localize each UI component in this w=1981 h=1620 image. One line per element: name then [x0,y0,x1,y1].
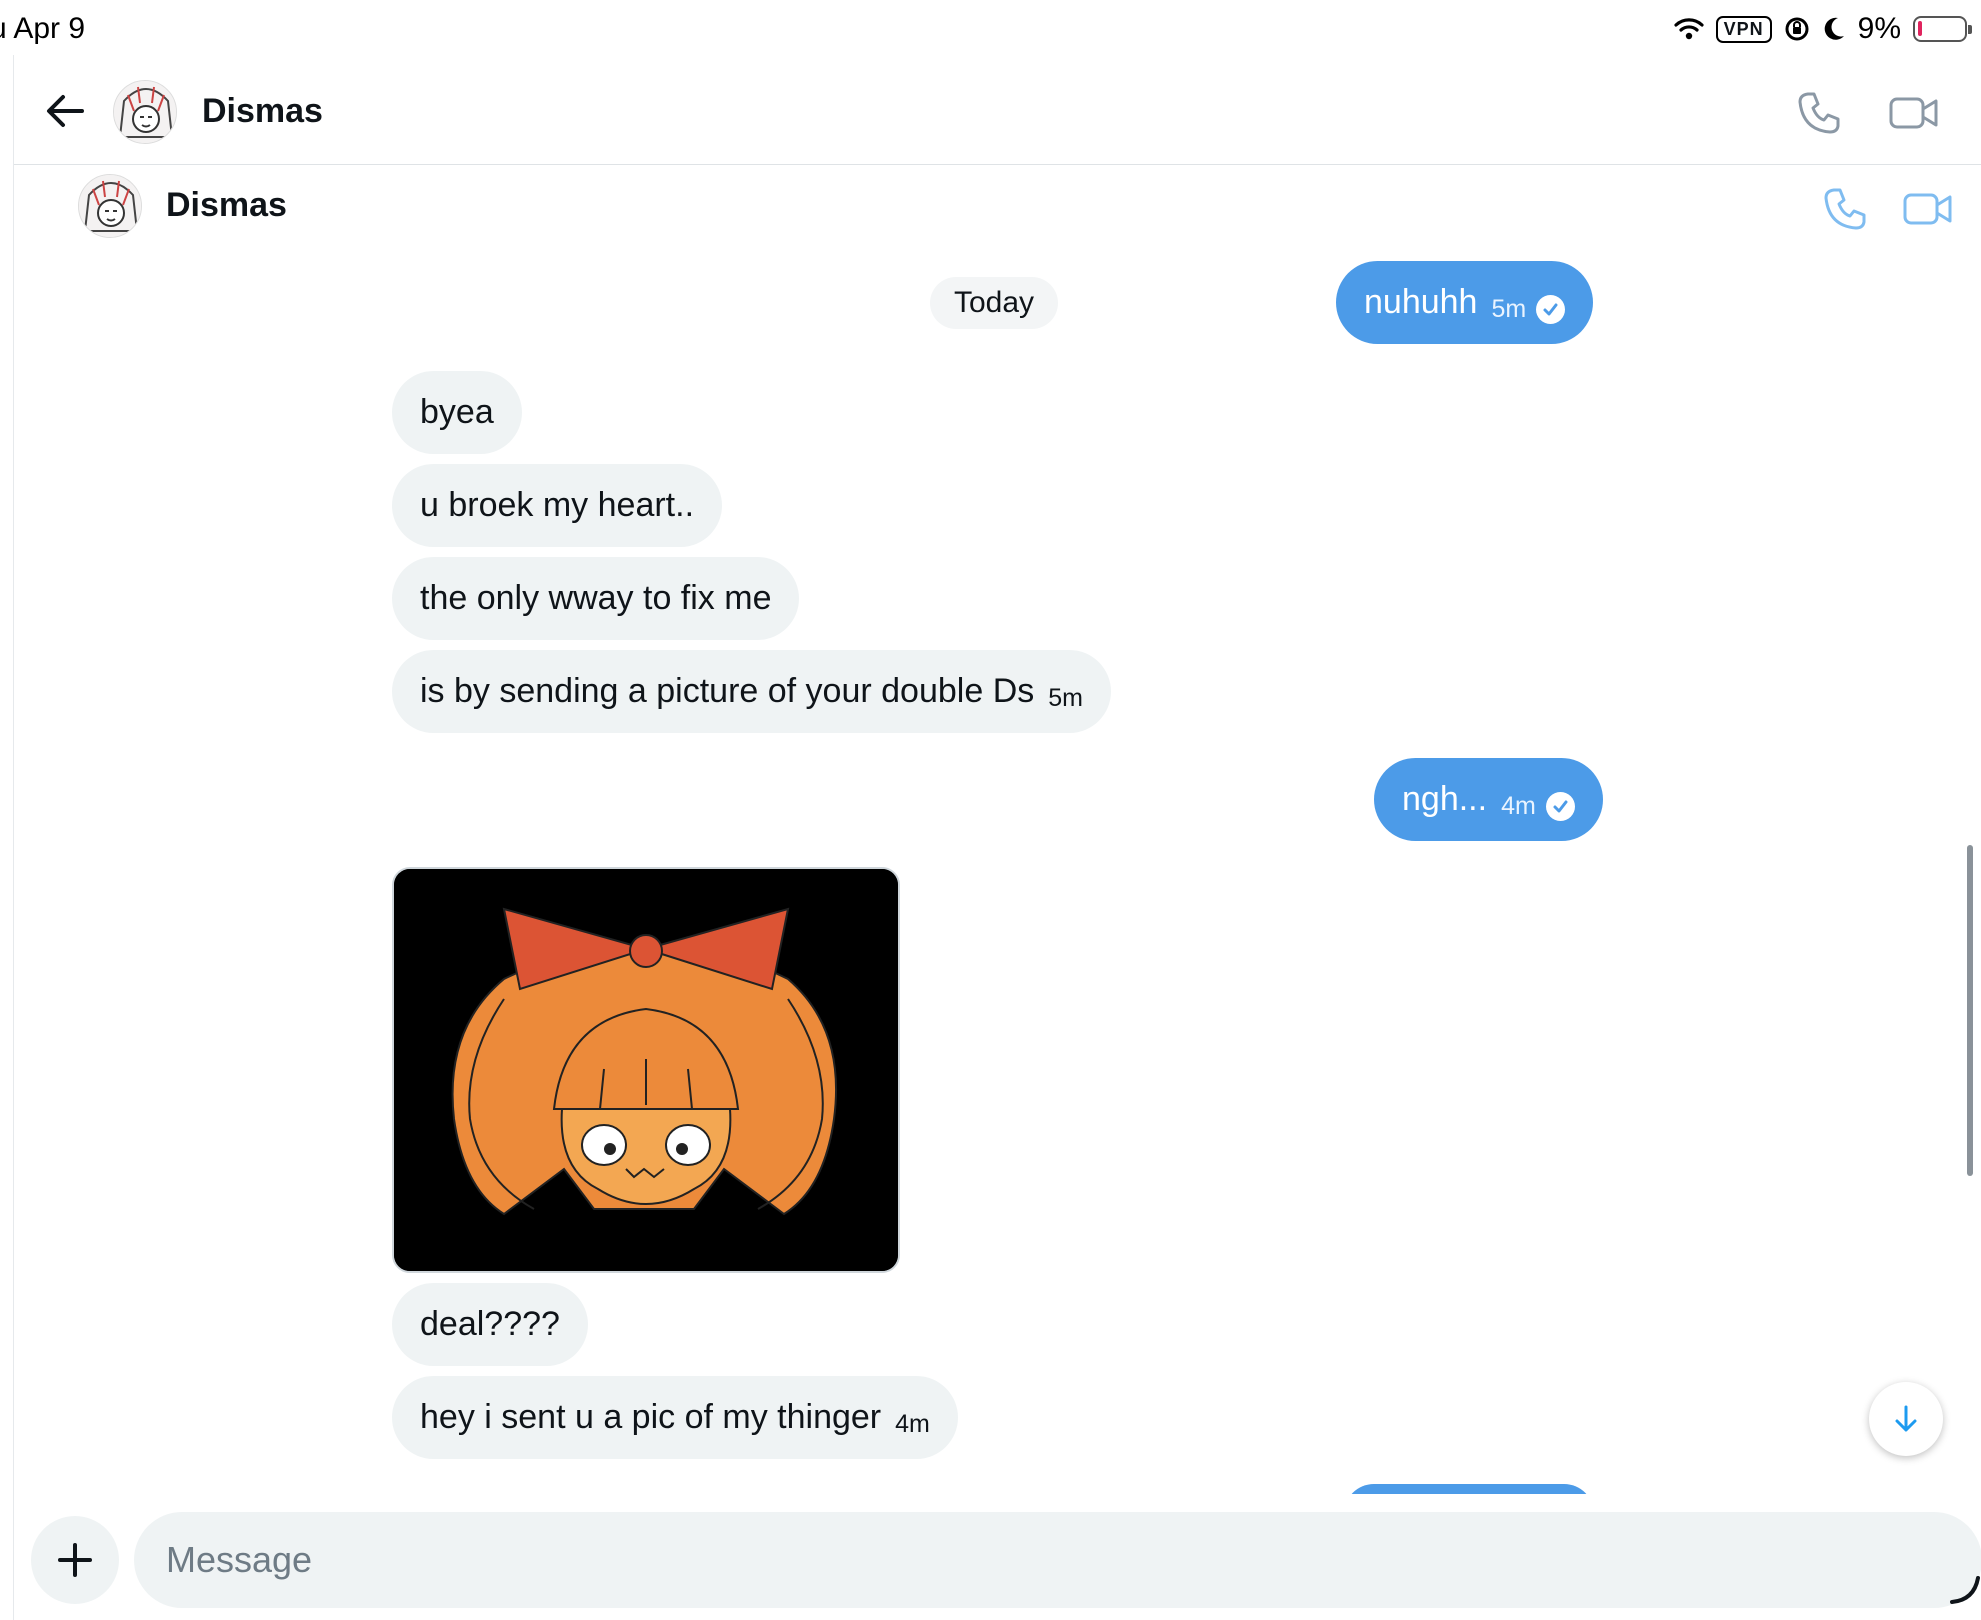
read-check-icon [1536,295,1566,324]
message-text: hey i sent u a pic of my thinger [420,1398,882,1436]
message-time: 4m [895,1410,930,1438]
battery-icon [1913,16,1972,42]
message-bubble-incoming[interactable]: hey i sent u a pic of my thinger 4m [392,1376,958,1459]
message-text: u broek my heart.. [420,486,695,524]
video-call-button[interactable] [1888,90,1940,136]
image-message[interactable] [392,867,900,1273]
message-bubble-incoming[interactable]: is by sending a picture of your double D… [392,650,1111,733]
video-icon [1889,97,1938,129]
message-time: 5m [1048,684,1083,712]
message-text: is by sending a picture of your double D… [420,672,1035,710]
scroll-to-bottom-button[interactable] [1869,1382,1943,1456]
message-bubble-incoming[interactable]: the only wway to fix me [392,557,800,640]
contact-avatar[interactable] [113,80,177,144]
scrollbar[interactable] [1967,845,1973,1176]
status-date: u Apr 9 [0,12,86,45]
wifi-icon [1674,17,1704,41]
message-text: ngh... [1402,780,1488,818]
message-text: byea [420,393,494,431]
video-icon [1903,193,1952,225]
sidebar-divider [13,55,14,1620]
date-separator: Today [930,277,1059,329]
back-button[interactable] [40,86,90,136]
conversation-video-button[interactable] [1902,186,1954,232]
contact-name[interactable]: Dismas [202,92,323,131]
conversation-contact-name[interactable]: Dismas [166,186,287,225]
message-text: deal???? [420,1305,560,1343]
cartoon-girl-image [394,869,898,1271]
phone-icon [1798,92,1840,134]
arrow-down-icon [1895,1405,1917,1432]
call-button[interactable] [1796,90,1842,136]
phone-icon [1824,188,1866,230]
message-bubble-outgoing[interactable]: ngh... 4m [1374,758,1603,841]
battery-percent: 9% [1857,12,1901,45]
battery-fill [1918,21,1922,36]
resize-handle-icon [1950,1576,1980,1604]
conversation-avatar[interactable] [78,174,142,238]
chat-clip-edge [14,1494,1981,1504]
vpn-badge: VPN [1715,15,1772,43]
message-time: 5m [1491,295,1527,323]
back-arrow-icon [47,95,84,127]
add-media-button[interactable] [31,1516,119,1604]
orientation-lock-icon [1784,16,1810,42]
chat-header: Dismas [14,58,1981,165]
message-text: the only wway to fix me [420,579,772,617]
moon-icon [1822,16,1846,42]
message-text: nuhuhh [1364,283,1478,321]
conversation-call-button[interactable] [1822,186,1868,232]
message-input[interactable] [134,1512,1981,1608]
read-check-icon [1545,792,1575,821]
message-composer [14,1504,1981,1620]
message-bubble-incoming[interactable]: u broek my heart.. [392,464,723,547]
status-bar: u Apr 9 VPN 9% [0,0,1981,64]
message-bubble-outgoing[interactable]: nuhuhh 5m [1336,261,1594,344]
message-bubble-incoming[interactable]: deal???? [392,1283,588,1366]
conversation-header: Dismas [14,166,1981,256]
message-bubble-incoming[interactable]: byea [392,371,522,454]
plus-icon [58,1543,92,1577]
message-time: 4m [1501,792,1536,820]
status-indicators: VPN 9% [1674,12,1972,46]
